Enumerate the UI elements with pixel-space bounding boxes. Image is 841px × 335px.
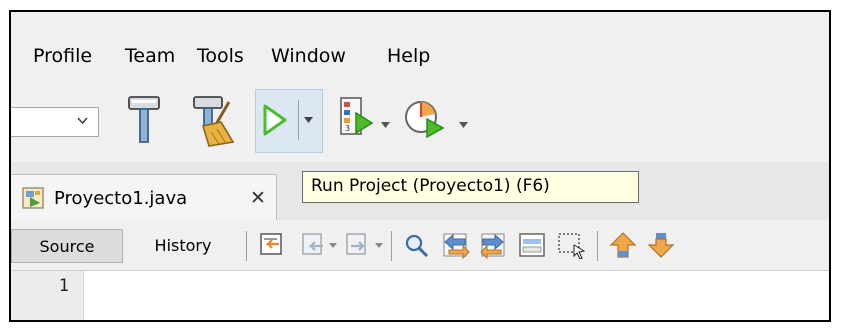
forward-dropdown-arrow-icon[interactable] [375,243,383,248]
ide-window: Profile Team Tools Window Help 3 Proyect… [9,10,831,322]
run-split-divider [298,100,299,140]
forward-icon[interactable] [345,232,371,258]
svg-text:3: 3 [345,124,350,133]
profile-dropdown-arrow-icon[interactable] [459,122,468,128]
menu-help[interactable]: Help [387,45,430,67]
menu-team[interactable]: Team [125,45,175,67]
find-previous-icon[interactable] [441,230,471,260]
line-number-gutter: 1 [11,271,84,320]
tab-history[interactable]: History [133,229,233,263]
close-icon[interactable]: ✕ [250,187,266,209]
debug-project-icon[interactable]: 3 [338,95,374,139]
find-next-icon[interactable] [479,230,509,260]
profile-project-icon[interactable] [403,97,447,141]
hammer-build-icon[interactable] [126,94,162,146]
editor-tab-row: Proyecto1.java ✕ Run Project (Proyecto1)… [11,162,829,221]
debug-dropdown-arrow-icon[interactable] [381,122,390,128]
toolbar-separator [391,231,392,261]
run-project-tooltip: Run Project (Proyecto1) (F6) [302,171,639,203]
toolbar-separator [597,231,598,261]
next-bookmark-icon[interactable] [647,231,675,259]
rectangular-selection-icon[interactable] [556,231,586,259]
find-icon[interactable] [403,232,431,260]
line-number: 1 [58,276,69,296]
tab-source[interactable]: Source [11,229,123,263]
previous-bookmark-icon[interactable] [609,231,637,259]
editor-toolbar: Source History [11,220,829,271]
run-project-button[interactable] [255,89,323,153]
java-file-icon [22,187,44,209]
file-tab-label: Proyecto1.java [54,188,188,209]
menu-profile[interactable]: Profile [33,45,92,67]
file-tab-proyecto1[interactable]: Proyecto1.java ✕ [11,174,277,220]
back-icon[interactable] [301,232,327,258]
menu-bar: Profile Team Tools Window Help [11,12,829,82]
menu-tools[interactable]: Tools [197,45,244,67]
menu-window[interactable]: Window [271,45,346,67]
back-dropdown-arrow-icon[interactable] [329,243,337,248]
clean-build-icon[interactable] [191,92,237,148]
configuration-combo[interactable] [11,107,99,137]
tooltip-text: Run Project (Proyecto1) (F6) [311,176,550,196]
last-edit-icon[interactable] [259,232,285,258]
run-dropdown-arrow-icon[interactable] [304,117,313,123]
main-toolbar: 3 [11,82,829,163]
toggle-highlight-search-icon[interactable] [517,231,547,259]
chevron-down-icon [77,117,88,125]
code-editor[interactable]: 1 [11,271,829,320]
toolbar-separator [246,231,247,261]
run-project-icon [263,104,287,136]
